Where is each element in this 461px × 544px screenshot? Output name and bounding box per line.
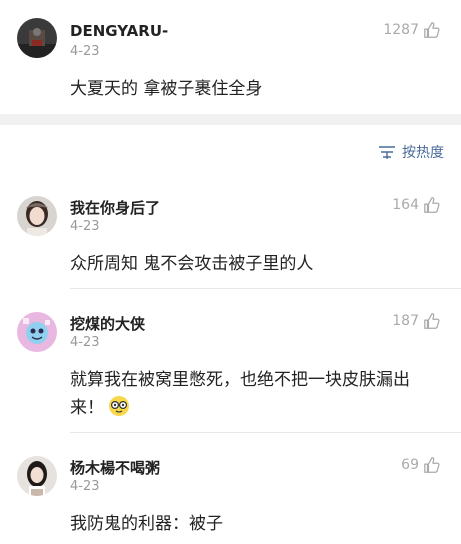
thumbs-up-icon: [424, 197, 440, 213]
comment-date: 4-23: [70, 479, 100, 494]
girl-photo-avatar-icon: [17, 196, 57, 236]
sort-label: 按热度: [402, 145, 444, 161]
thumbs-up-icon: [424, 313, 440, 329]
comment-text: 大夏天的 拿被子裹住全身: [70, 79, 263, 99]
sort-by-hot-button[interactable]: 按热度: [378, 142, 444, 162]
dark-photo-avatar-icon: [17, 18, 57, 58]
username[interactable]: 杨木楊不喝粥: [70, 457, 160, 478]
comment-text: 就算我在被窝里憋死，也绝不把一块皮肤漏出来！: [70, 366, 440, 422]
like-count: 187: [392, 313, 419, 329]
reply-comment: 杨木楊不喝粥 4-23 69 我防鬼的利器：被子: [0, 446, 461, 544]
divider: [70, 432, 461, 433]
username[interactable]: 挖煤的大侠: [70, 313, 145, 334]
reply-comment: 挖煤的大侠 4-23 187 就算我在被窝里憋死，也绝不把一块皮肤漏出来！: [0, 302, 461, 433]
avatar[interactable]: [17, 18, 57, 58]
nerd-face-emoji-icon: [109, 396, 129, 416]
username[interactable]: 我在你身后了: [70, 197, 160, 218]
comment-date: 4-23: [70, 44, 100, 59]
top-comment: DENGYARU- 4-23 1287 大夏天的 拿被子裹住全身: [0, 0, 461, 114]
like-button[interactable]: 69: [401, 456, 441, 474]
like-count: 69: [401, 457, 419, 473]
like-button[interactable]: 1287: [383, 21, 441, 39]
section-divider-band: [0, 114, 461, 125]
comment-page: DENGYARU- 4-23 1287 大夏天的 拿被子裹住全身 按热度 我在你…: [0, 0, 461, 544]
like-count: 1287: [383, 22, 419, 38]
username[interactable]: DENGYARU-: [70, 22, 168, 40]
thumbs-up-icon: [424, 22, 440, 38]
girl-photo-avatar-icon: [17, 456, 57, 496]
like-count: 164: [392, 197, 419, 213]
comment-date: 4-23: [70, 335, 100, 350]
avatar[interactable]: [17, 196, 57, 236]
like-button[interactable]: 187: [392, 312, 441, 330]
comment-text: 我防鬼的利器：被子: [70, 514, 223, 534]
comment-text: 众所周知 鬼不会攻击被子里的人: [70, 254, 314, 274]
avatar[interactable]: [17, 312, 57, 352]
like-button[interactable]: 164: [392, 196, 441, 214]
divider: [70, 288, 461, 289]
thumbs-up-icon: [424, 457, 440, 473]
sort-lines-icon: [379, 146, 395, 159]
cartoon-avatar-icon: [17, 312, 57, 352]
comment-date: 4-23: [70, 219, 100, 234]
avatar[interactable]: [17, 456, 57, 496]
reply-comment: 我在你身后了 4-23 164 众所周知 鬼不会攻击被子里的人: [0, 186, 461, 289]
